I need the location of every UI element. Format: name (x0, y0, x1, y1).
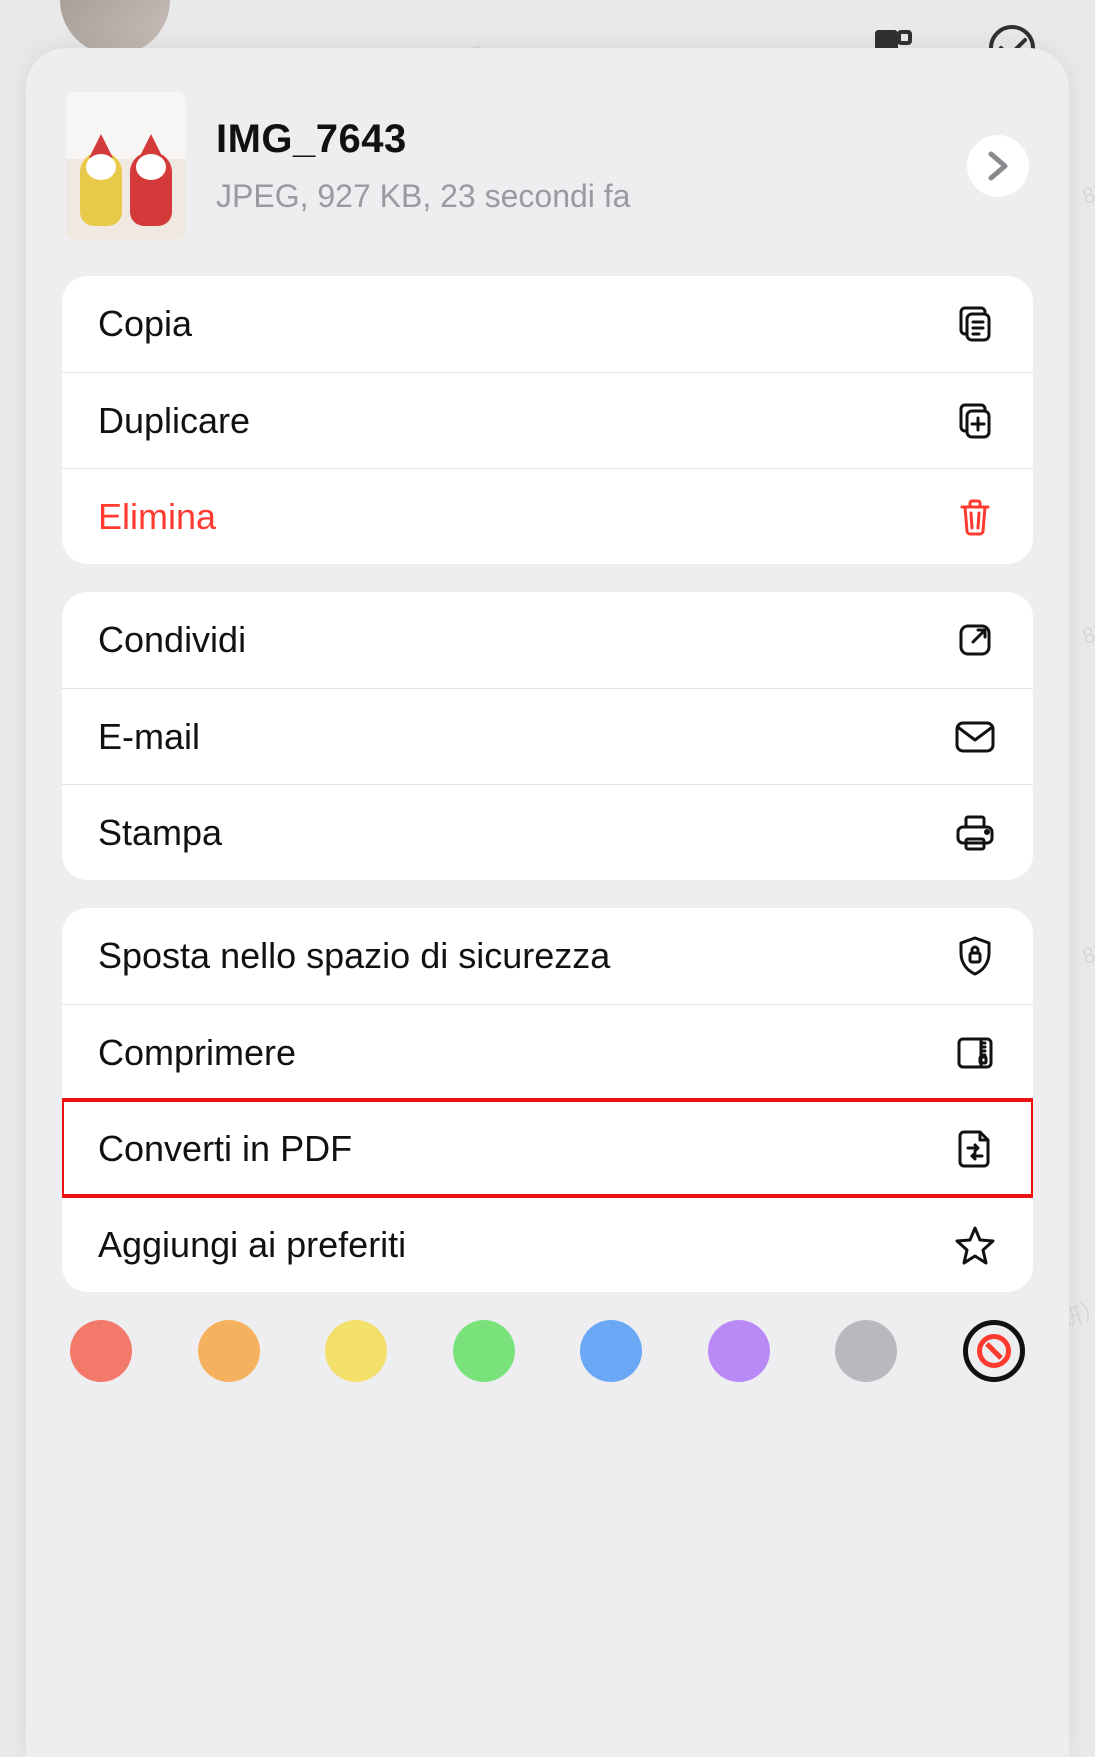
print-row[interactable]: Stampa (62, 784, 1033, 880)
star-icon (953, 1223, 997, 1267)
row-label: Comprimere (98, 1032, 296, 1074)
row-label: Duplicare (98, 400, 250, 442)
shield-lock-icon (953, 934, 997, 978)
move-secure-row[interactable]: Sposta nello spazio di sicurezza (62, 908, 1033, 1004)
action-group-manage: Sposta nello spazio di sicurezza Comprim… (62, 908, 1033, 1292)
duplicate-row[interactable]: Duplicare (62, 372, 1033, 468)
email-row[interactable]: E-mail (62, 688, 1033, 784)
duplicate-icon (953, 399, 997, 443)
file-details-button[interactable] (967, 135, 1029, 197)
favorite-row[interactable]: Aggiungi ai preferiti (62, 1196, 1033, 1292)
row-label: Aggiungi ai preferiti (98, 1224, 406, 1266)
compress-row[interactable]: Comprimere (62, 1004, 1033, 1100)
convert-pdf-row[interactable]: Converti in PDF (62, 1100, 1033, 1196)
delete-row[interactable]: Elimina (62, 468, 1033, 564)
share-icon (953, 618, 997, 662)
action-sheet: IMG_7643 JPEG, 927 KB, 23 secondi fa Cop… (26, 48, 1069, 1757)
trash-icon (953, 495, 997, 539)
copy-row[interactable]: Copia (62, 276, 1033, 372)
prohibit-icon (977, 1334, 1011, 1368)
row-label: Copia (98, 303, 192, 345)
row-label: E-mail (98, 716, 200, 758)
tag-yellow[interactable] (325, 1320, 387, 1382)
tag-blue[interactable] (580, 1320, 642, 1382)
convert-icon (953, 1127, 997, 1171)
tag-none[interactable] (963, 1320, 1025, 1382)
tag-gray[interactable] (835, 1320, 897, 1382)
row-label: Elimina (98, 496, 216, 538)
file-meta: JPEG, 927 KB, 23 secondi fa (216, 178, 937, 215)
chevron-right-icon (987, 151, 1009, 181)
file-header[interactable]: IMG_7643 JPEG, 927 KB, 23 secondi fa (62, 92, 1033, 276)
archive-icon (953, 1031, 997, 1075)
row-label: Sposta nello spazio di sicurezza (98, 935, 610, 977)
tag-green[interactable] (453, 1320, 515, 1382)
row-label: Converti in PDF (98, 1128, 352, 1170)
color-tag-row (62, 1320, 1033, 1382)
mail-icon (953, 715, 997, 759)
row-label: Stampa (98, 812, 222, 854)
tag-orange[interactable] (198, 1320, 260, 1382)
file-title: IMG_7643 (216, 117, 937, 162)
action-group-edit: Copia Duplicare Elimina (62, 276, 1033, 564)
copy-icon (953, 302, 997, 346)
share-row[interactable]: Condividi (62, 592, 1033, 688)
tag-red[interactable] (70, 1320, 132, 1382)
tag-purple[interactable] (708, 1320, 770, 1382)
background-avatar (60, 0, 170, 55)
file-thumbnail (66, 92, 186, 240)
action-group-share: Condividi E-mail Stampa (62, 592, 1033, 880)
print-icon (953, 811, 997, 855)
row-label: Condividi (98, 619, 246, 661)
